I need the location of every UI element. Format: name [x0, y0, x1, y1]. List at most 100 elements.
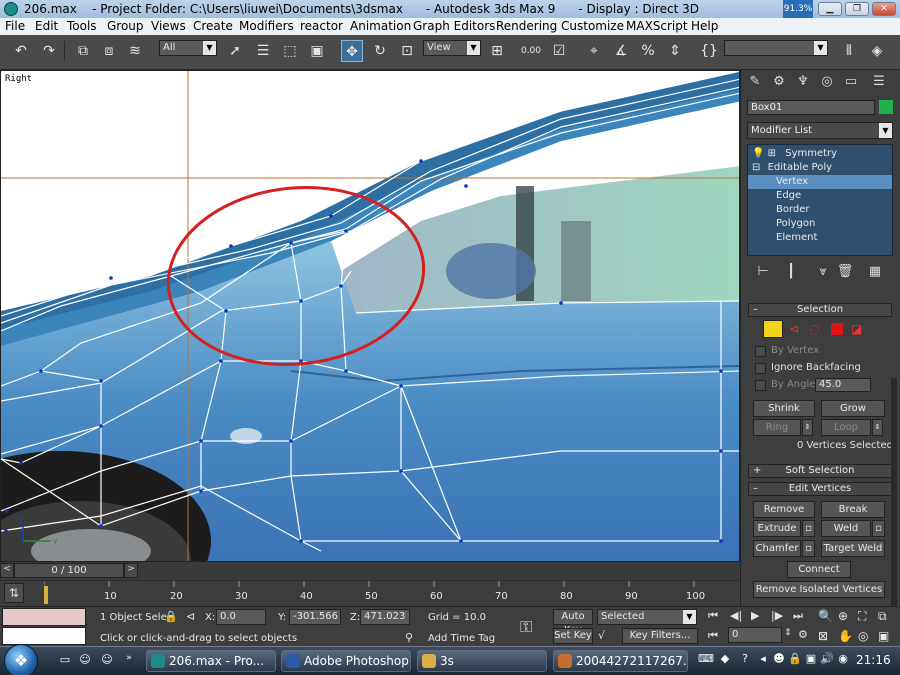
- loop-button[interactable]: Loop: [821, 419, 871, 436]
- panel-scrollbar[interactable]: [891, 378, 897, 608]
- reference-coord-dropdown[interactable]: View ▼: [423, 40, 481, 56]
- stack-item-editable-poly[interactable]: ⊟ Editable Poly: [748, 161, 892, 175]
- menu-file[interactable]: File: [5, 18, 25, 35]
- pan-view-icon[interactable]: ✋: [838, 629, 853, 643]
- percent-snap-icon[interactable]: %: [637, 40, 659, 62]
- object-color-swatch[interactable]: [879, 100, 893, 114]
- grow-button[interactable]: Grow: [821, 400, 885, 417]
- menu-edit[interactable]: Edit: [35, 18, 58, 35]
- time-configuration-icon[interactable]: ⚙: [798, 628, 808, 641]
- network-icon[interactable]: ▣: [804, 652, 818, 666]
- quicklaunch-icon[interactable]: ☺: [100, 653, 114, 667]
- connect-button[interactable]: Connect: [787, 561, 851, 578]
- quicklaunch-more-icon[interactable]: »: [122, 651, 136, 665]
- next-frame-icon[interactable]: |▶: [771, 609, 783, 622]
- default-tangents-icon[interactable]: √: [598, 629, 605, 642]
- window-crossing-icon[interactable]: ▣: [306, 40, 328, 62]
- menu-create[interactable]: Create: [193, 18, 233, 35]
- close-button[interactable]: ✕: [872, 2, 896, 16]
- menu-rendering[interactable]: Rendering: [496, 18, 557, 35]
- unlink-icon[interactable]: ⧈: [98, 40, 120, 62]
- slider-prev-icon[interactable]: <: [0, 563, 14, 578]
- task-photoshop[interactable]: Adobe Photoshop: [281, 650, 411, 672]
- lock-selection-icon[interactable]: 🔒: [164, 610, 178, 623]
- keyboard-icon[interactable]: ⌨: [698, 652, 714, 666]
- redo-icon[interactable]: ↷: [38, 40, 60, 62]
- modifier-list-dropdown[interactable]: Modifier List ▼: [747, 122, 893, 139]
- key-filters-button[interactable]: Key Filters...: [622, 628, 698, 644]
- stack-item-element[interactable]: Element: [748, 231, 892, 245]
- remove-modifier-icon[interactable]: 🗑: [835, 262, 855, 282]
- named-selection-dropdown[interactable]: ▼: [724, 40, 828, 56]
- menu-animation[interactable]: Animation: [350, 18, 411, 35]
- menu-maxscript[interactable]: MAXScript: [626, 18, 688, 35]
- select-and-link-icon[interactable]: ⧉: [72, 40, 94, 62]
- arc-rotate-icon[interactable]: ◎: [858, 629, 868, 643]
- menu-reactor[interactable]: reactor: [300, 18, 343, 35]
- task-3dsmax[interactable]: 206.max - Pro...: [146, 650, 276, 672]
- collapse-icon[interactable]: ⊟: [752, 162, 760, 173]
- 3dsmax-app-icon[interactable]: [4, 2, 18, 16]
- edge-level-icon[interactable]: ⊲: [789, 322, 799, 336]
- manipulate-icon[interactable]: ☑: [548, 40, 570, 62]
- element-level-icon[interactable]: ◪: [851, 322, 862, 336]
- snap-value-field[interactable]: 0.00: [520, 40, 542, 62]
- angle-value-field[interactable]: 45.0: [815, 378, 871, 392]
- tray-lock-icon[interactable]: 🔒: [788, 652, 802, 666]
- start-button[interactable]: ❖: [4, 644, 38, 675]
- menu-views[interactable]: Views: [151, 18, 186, 35]
- stack-item-polygon[interactable]: Polygon: [748, 217, 892, 231]
- remove-button[interactable]: Remove: [753, 501, 815, 518]
- configure-modifier-sets-icon[interactable]: ▦: [865, 262, 885, 282]
- quicklaunch-icon[interactable]: ☺: [78, 653, 92, 667]
- minimize-button[interactable]: ▁: [818, 2, 842, 16]
- maximize-viewport-icon[interactable]: ▣: [878, 629, 889, 643]
- stack-item-border[interactable]: Border: [748, 203, 892, 217]
- track-bar[interactable]: ⇅ 10 20 30 40 50 60 70 80 90 100: [0, 580, 740, 606]
- time-tag-icon[interactable]: ⚲: [405, 631, 413, 644]
- rectangular-selection-icon[interactable]: ⬚: [279, 40, 301, 62]
- viewport-label[interactable]: Right: [5, 74, 32, 84]
- select-object-icon[interactable]: ➚: [224, 40, 246, 62]
- maximize-button[interactable]: ❐: [845, 2, 869, 16]
- align-icon[interactable]: ◈: [866, 40, 888, 62]
- edit-named-selection-icon[interactable]: {}: [698, 40, 720, 62]
- frame-spinner-icon[interactable]: ⇕: [784, 628, 792, 638]
- mirror-icon[interactable]: ⫴: [838, 40, 860, 62]
- loop-spinner[interactable]: ⇕: [872, 419, 883, 436]
- zoom-all-icon[interactable]: ⊕: [838, 609, 848, 623]
- play-icon[interactable]: ▶: [751, 609, 759, 622]
- go-to-end-icon[interactable]: ⏭: [793, 609, 803, 623]
- key-mode-dropdown[interactable]: Selected ▼: [597, 609, 697, 625]
- selection-filter-dropdown[interactable]: All ▼: [159, 40, 217, 56]
- prev-frame-icon[interactable]: ◀|: [730, 609, 742, 622]
- time-slider-thumb[interactable]: 0 / 100: [14, 563, 124, 578]
- by-angle-checkbox[interactable]: [755, 380, 766, 391]
- object-name-field[interactable]: Box01: [747, 100, 875, 115]
- menu-help[interactable]: Help: [691, 18, 718, 35]
- chamfer-button[interactable]: Chamfer: [753, 540, 801, 557]
- tray-app-icon[interactable]: ◆: [718, 652, 732, 666]
- angle-snap-icon[interactable]: ∡: [610, 40, 632, 62]
- field-of-view-icon[interactable]: ⊠: [818, 629, 828, 643]
- pin-stack-icon[interactable]: ⊢: [753, 262, 773, 282]
- ignore-backfacing-checkbox[interactable]: [755, 363, 766, 374]
- stack-item-edge[interactable]: Edge: [748, 189, 892, 203]
- key-mode-toggle-icon[interactable]: ⏮: [708, 629, 718, 643]
- lightbulb-icon[interactable]: 💡: [752, 148, 764, 159]
- volume-icon[interactable]: 🔊: [820, 652, 834, 666]
- utilities-tab-icon[interactable]: ☰: [869, 72, 889, 92]
- border-level-icon[interactable]: ◌: [809, 322, 819, 336]
- x-coord-field[interactable]: 0.0: [216, 609, 266, 625]
- by-vertex-checkbox[interactable]: [755, 346, 766, 357]
- zoom-extents-icon[interactable]: ⛶: [858, 609, 866, 624]
- undo-icon[interactable]: ↶: [10, 40, 32, 62]
- z-coord-field[interactable]: 471.023: [360, 609, 410, 625]
- stack-item-symmetry[interactable]: 💡 ⊞ Symmetry: [748, 147, 892, 161]
- stack-item-vertex[interactable]: Vertex: [748, 175, 892, 189]
- maxscript-listener-mini[interactable]: [2, 608, 86, 626]
- select-and-rotate-icon[interactable]: ↻: [369, 40, 391, 62]
- polygon-level-icon[interactable]: [831, 323, 843, 335]
- spinner-snap-icon[interactable]: ⇕: [664, 40, 686, 62]
- help-icon[interactable]: ?: [738, 652, 752, 666]
